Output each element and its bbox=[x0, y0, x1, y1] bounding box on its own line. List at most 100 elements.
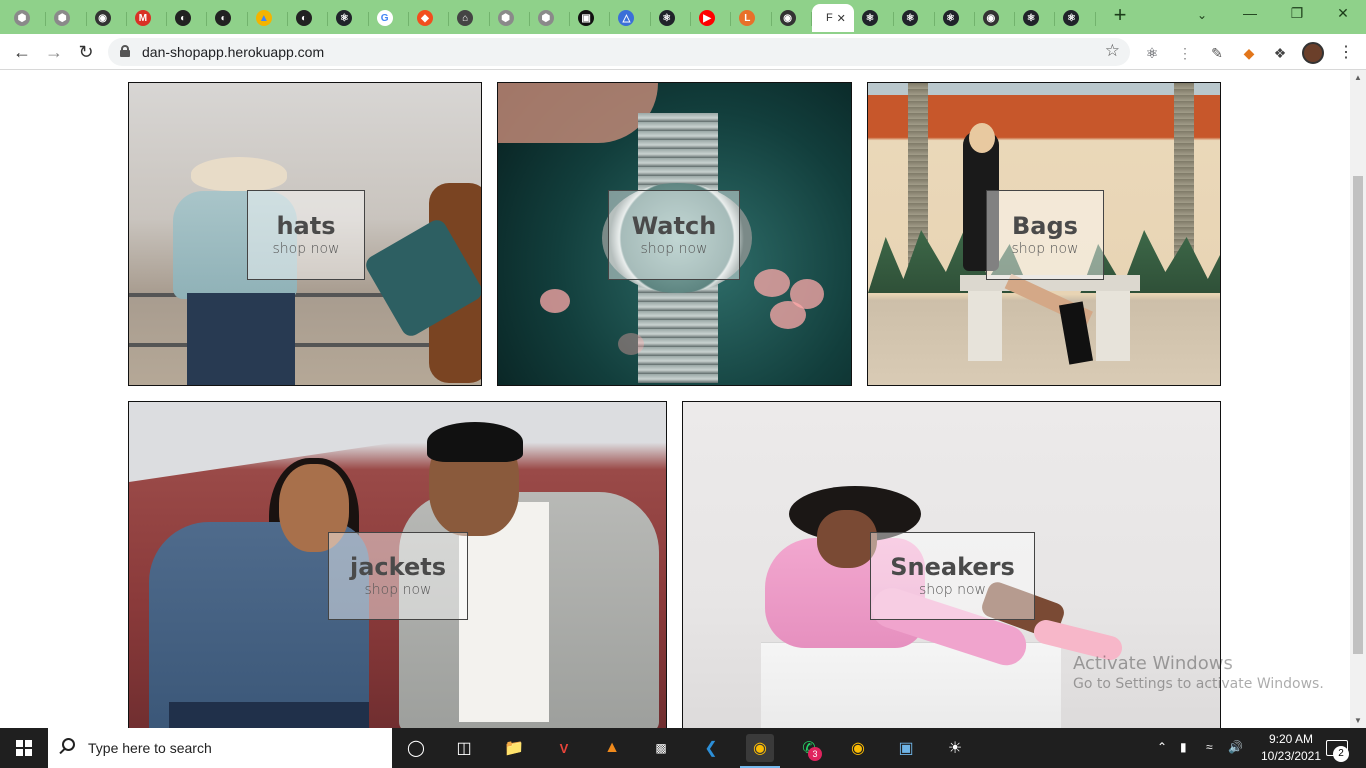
file-explorer-icon[interactable]: 📁 bbox=[500, 734, 528, 762]
scroll-up-arrow-icon[interactable]: ▲ bbox=[1354, 73, 1362, 82]
browser-tab[interactable]: ⌂ bbox=[449, 4, 490, 32]
back-arrow-icon[interactable]: ← bbox=[10, 40, 34, 64]
browser-tab[interactable]: ⚛ bbox=[854, 4, 895, 32]
browser-tab[interactable]: ⬢ bbox=[490, 4, 531, 32]
browser-tab[interactable]: ⚛ bbox=[935, 4, 976, 32]
browser-tab[interactable]: ◐ bbox=[288, 4, 329, 32]
unsplash-icon: ▣ bbox=[578, 10, 595, 26]
vlc-icon[interactable]: ▲ bbox=[598, 734, 626, 762]
browser-tab[interactable]: ⚛ bbox=[1015, 4, 1056, 32]
browser-tab[interactable]: ⬢ bbox=[530, 4, 571, 32]
ls-icon: L bbox=[739, 10, 756, 26]
tab-close-icon[interactable]: ✕ bbox=[837, 12, 846, 25]
clock-time: 9:20 AM bbox=[1268, 732, 1314, 746]
browser-tab[interactable]: ◉ bbox=[975, 4, 1016, 32]
tab-search-chevron-icon[interactable]: ⌄ bbox=[1197, 8, 1207, 22]
browser-tab[interactable]: ◐ bbox=[207, 4, 249, 32]
react-icon: ⚛ bbox=[942, 10, 959, 26]
shop-now-link[interactable]: shop now bbox=[919, 581, 986, 599]
lock-icon[interactable] bbox=[120, 45, 130, 57]
category-label-box[interactable]: Bags shop now bbox=[986, 190, 1104, 280]
browser-tab[interactable]: ⚛ bbox=[894, 4, 935, 32]
profile-avatar[interactable] bbox=[1302, 42, 1324, 64]
browser-tab[interactable]: L bbox=[731, 4, 772, 32]
steam-like-app-icon[interactable]: ☀ bbox=[941, 734, 969, 762]
search-icon bbox=[62, 738, 75, 751]
browser-tab[interactable]: ◆ bbox=[409, 4, 450, 32]
restore-icon[interactable]: ❐ bbox=[1287, 5, 1307, 22]
volume-icon[interactable]: 🔊 bbox=[1228, 740, 1243, 754]
chrome-icon[interactable]: ◉ bbox=[746, 734, 774, 762]
active-browser-tab[interactable]: F ✕ bbox=[811, 4, 854, 32]
browser-tab[interactable]: M bbox=[127, 4, 168, 32]
category-title: jackets bbox=[350, 553, 446, 581]
chrome-profile-icon[interactable]: ◉ bbox=[844, 734, 872, 762]
cortana-circle-icon[interactable]: ◯ bbox=[402, 734, 430, 762]
browser-tab[interactable]: ⬢ bbox=[46, 4, 87, 32]
shop-now-link[interactable]: shop now bbox=[1012, 240, 1079, 258]
vscode-icon[interactable]: ❮ bbox=[697, 734, 725, 762]
terminal-icon[interactable]: ▩ bbox=[647, 734, 675, 762]
reload-icon[interactable]: ↻ bbox=[74, 40, 98, 64]
vivaldi-icon[interactable]: V bbox=[550, 734, 578, 762]
react-devtools-extension-icon[interactable]: ⚛ bbox=[1143, 44, 1161, 62]
shop-now-link[interactable]: shop now bbox=[365, 581, 432, 599]
shop-now-link[interactable]: shop now bbox=[273, 240, 340, 258]
react-icon: ⚛ bbox=[902, 10, 919, 26]
browser-tab[interactable]: G bbox=[369, 4, 410, 32]
category-label-box[interactable]: Watch shop now bbox=[608, 190, 740, 280]
react-icon: ⚛ bbox=[1063, 10, 1080, 26]
search-placeholder[interactable]: Type here to search bbox=[88, 740, 212, 756]
category-label-box[interactable]: Sneakers shop now bbox=[870, 532, 1035, 620]
browser-tab[interactable]: ◐ bbox=[167, 4, 208, 32]
browser-tab[interactable]: ▣ bbox=[570, 4, 611, 32]
new-tab-button[interactable]: + bbox=[1110, 4, 1130, 26]
browser-tab[interactable]: ⚛ bbox=[328, 4, 369, 32]
browser-tab[interactable]: ◉ bbox=[772, 4, 813, 32]
photos-icon[interactable]: ▣ bbox=[892, 734, 920, 762]
metamask-extension-icon[interactable]: ◆ bbox=[1240, 44, 1258, 62]
category-label-box[interactable]: jackets shop now bbox=[328, 532, 468, 620]
task-view-icon[interactable]: ◫ bbox=[450, 734, 478, 762]
eyedropper-extension-icon[interactable]: ✎ bbox=[1208, 44, 1226, 62]
page-content: hats shop now Watch shop now Bags shop n… bbox=[0, 70, 1350, 728]
tray-chevron-icon[interactable]: ⌃ bbox=[1157, 740, 1167, 754]
taskbar-search-box[interactable]: Type here to search bbox=[48, 728, 392, 768]
bookmark-star-icon[interactable]: ☆ bbox=[1105, 41, 1120, 61]
extension-dots-icon[interactable]: ⋮ bbox=[1176, 44, 1194, 62]
windows-taskbar: Type here to search ◯ ◫ 📁 V ▲ ▩ ❮ ◉ ✆ 3 … bbox=[0, 728, 1366, 768]
scrollbar-thumb[interactable] bbox=[1353, 176, 1363, 654]
browser-tab[interactable]: ⚛ bbox=[1055, 4, 1097, 32]
category-label-box[interactable]: hats shop now bbox=[247, 190, 365, 280]
category-card-watch[interactable]: Watch shop now bbox=[497, 82, 852, 386]
forward-arrow-icon[interactable]: → bbox=[42, 40, 66, 64]
start-button[interactable] bbox=[0, 728, 48, 768]
close-window-icon[interactable]: ✕ bbox=[1333, 5, 1353, 22]
minimize-icon[interactable]: — bbox=[1240, 5, 1260, 21]
category-card-bags[interactable]: Bags shop now bbox=[867, 82, 1221, 386]
category-card-hats[interactable]: hats shop now bbox=[128, 82, 482, 386]
windows-logo-icon bbox=[16, 740, 32, 756]
shop-now-link[interactable]: shop now bbox=[641, 240, 708, 258]
browser-menu-icon[interactable]: ⋮ bbox=[1338, 42, 1354, 62]
extensions-puzzle-icon[interactable]: ❖ bbox=[1271, 44, 1289, 62]
browser-tab[interactable]: ◉ bbox=[87, 4, 128, 32]
browser-tab[interactable]: ▲ bbox=[248, 4, 289, 32]
browser-tab[interactable]: ▶ bbox=[691, 4, 732, 32]
address-bar[interactable]: dan-shopapp.herokuapp.com ☆ bbox=[108, 38, 1130, 66]
browser-tab[interactable]: ⚛ bbox=[651, 4, 692, 32]
url-text[interactable]: dan-shopapp.herokuapp.com bbox=[142, 44, 324, 60]
browser-tab[interactable]: △ bbox=[610, 4, 652, 32]
gmail-icon: M bbox=[134, 10, 151, 26]
category-card-jackets[interactable]: jackets shop now bbox=[128, 401, 667, 728]
category-title: Sneakers bbox=[890, 553, 1015, 581]
browser-tab[interactable]: ⬢ bbox=[6, 4, 47, 32]
page-scrollbar[interactable]: ▲ ▼ bbox=[1350, 70, 1366, 728]
scroll-down-arrow-icon[interactable]: ▼ bbox=[1354, 716, 1362, 725]
taskbar-clock[interactable]: 9:20 AM 10/23/2021 bbox=[1258, 731, 1324, 765]
react-icon: ⚛ bbox=[1023, 10, 1040, 26]
clock-date: 10/23/2021 bbox=[1260, 749, 1322, 763]
wifi-icon[interactable]: ≈ bbox=[1206, 740, 1213, 754]
active-tab-title: F bbox=[825, 12, 833, 24]
battery-icon[interactable]: ▮ bbox=[1180, 740, 1187, 754]
